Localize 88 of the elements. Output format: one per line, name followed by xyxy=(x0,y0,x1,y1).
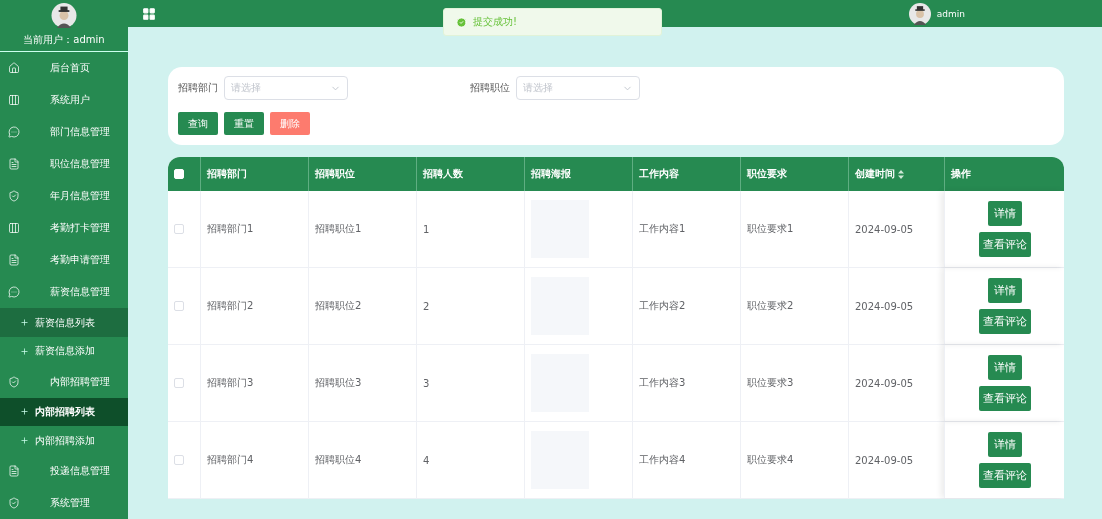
user-name[interactable]: admin xyxy=(936,8,965,19)
menu-item[interactable]: 考勤申请管理 xyxy=(0,244,128,277)
submenu-item[interactable]: 内部招聘添加 xyxy=(0,426,128,455)
view-comments-button[interactable]: 查看评论 xyxy=(978,386,1031,411)
column-header: 工作内容 xyxy=(639,167,679,181)
table-cell: 招聘职位1 xyxy=(315,222,362,236)
menu-item[interactable]: 内部招聘管理 xyxy=(0,365,128,398)
submenu-item[interactable]: 薪资信息添加 xyxy=(0,337,128,366)
shield-check-icon xyxy=(8,496,20,509)
table-cell: 职位要求1 xyxy=(747,222,794,236)
delete-button[interactable]: 删除 xyxy=(270,112,310,135)
submenu-item[interactable]: 内部招聘列表 xyxy=(0,397,128,427)
submenu-item[interactable]: 薪资信息列表 xyxy=(0,308,128,337)
table-cell: 2024-09-05 xyxy=(855,377,914,389)
plus-icon xyxy=(20,346,29,356)
document-icon xyxy=(8,158,20,171)
view-comments-button[interactable]: 查看评论 xyxy=(978,309,1031,334)
column-header: 创建时间 xyxy=(855,167,895,181)
check-circle-icon xyxy=(456,16,467,28)
shield-check-icon xyxy=(8,375,20,388)
menu-item[interactable]: 薪资信息管理 xyxy=(0,276,128,309)
plus-icon xyxy=(20,436,29,446)
table-cell: 招聘职位4 xyxy=(315,453,362,467)
shield-check-icon xyxy=(8,190,20,203)
menu-item[interactable]: 系统管理 xyxy=(0,486,128,519)
table-cell: 2024-09-05 xyxy=(855,454,914,466)
view-comments-button[interactable]: 查看评论 xyxy=(978,232,1031,257)
table-cell: 2 xyxy=(423,300,430,312)
plus-icon xyxy=(20,407,29,417)
table-cell: 招聘部门4 xyxy=(207,453,254,467)
table-cell: 4 xyxy=(423,454,430,466)
menu-item[interactable]: 后台首页 xyxy=(0,52,128,85)
chat-icon xyxy=(8,126,20,139)
details-button[interactable]: 详情 xyxy=(987,355,1022,380)
document-icon xyxy=(8,464,20,477)
details-button[interactable]: 详情 xyxy=(987,432,1022,457)
table-cell: 招聘部门1 xyxy=(207,222,254,236)
table-cell: 2024-09-05 xyxy=(855,300,914,312)
row-checkbox[interactable] xyxy=(174,455,184,465)
action-button[interactable]: 重置 xyxy=(224,112,264,135)
table-cell: 工作内容4 xyxy=(639,453,686,467)
row-checkbox[interactable] xyxy=(174,378,184,388)
plus-icon xyxy=(20,318,29,328)
columns-icon xyxy=(8,222,20,235)
menu-item[interactable]: 部门信息管理 xyxy=(0,116,128,149)
table-cell: 招聘部门2 xyxy=(207,299,254,313)
details-button[interactable]: 详情 xyxy=(987,201,1022,226)
table-cell: 职位要求3 xyxy=(747,376,794,390)
menu-item[interactable]: 职位信息管理 xyxy=(0,148,128,181)
column-header: 职位要求 xyxy=(747,167,787,181)
table-cell: 工作内容2 xyxy=(639,299,686,313)
menu-icon[interactable] xyxy=(142,6,156,21)
menu-item[interactable]: 系统用户 xyxy=(0,84,128,117)
table-cell: 工作内容1 xyxy=(639,222,686,236)
menu-item[interactable]: 年月信息管理 xyxy=(0,180,128,213)
table-cell: 职位要求4 xyxy=(747,453,794,467)
action-button[interactable]: 查询 xyxy=(178,112,218,135)
column-header: 招聘海报 xyxy=(531,167,571,181)
filter-label: 招聘职位 xyxy=(470,81,510,95)
table-cell: 招聘职位3 xyxy=(315,376,362,390)
table-cell: 工作内容3 xyxy=(639,376,686,390)
sort-icon[interactable] xyxy=(898,169,904,179)
chat-icon xyxy=(8,286,20,299)
columns-icon xyxy=(8,94,20,107)
table-cell: 2024-09-05 xyxy=(855,223,914,235)
table-cell: 招聘部门3 xyxy=(207,376,254,390)
document-icon xyxy=(8,254,20,267)
view-comments-button[interactable]: 查看评论 xyxy=(978,463,1031,488)
column-header: 招聘人数 xyxy=(423,167,463,181)
details-button[interactable]: 详情 xyxy=(987,278,1022,303)
column-header: 操作 xyxy=(951,167,971,181)
column-header: 招聘职位 xyxy=(315,167,355,181)
home-icon xyxy=(8,62,20,74)
avatar-icon xyxy=(50,3,78,28)
column-header: 招聘部门 xyxy=(207,167,247,181)
table-cell: 招聘职位2 xyxy=(315,299,362,313)
table-cell: 3 xyxy=(423,377,430,389)
avatar-icon xyxy=(908,2,931,25)
toast-message: 提交成功! xyxy=(473,15,517,29)
menu-item[interactable]: 投递信息管理 xyxy=(0,454,128,487)
row-checkbox[interactable] xyxy=(174,224,184,234)
select-all-checkbox[interactable] xyxy=(174,169,184,179)
table-cell: 职位要求2 xyxy=(747,299,794,313)
menu-item[interactable]: 考勤打卡管理 xyxy=(0,212,128,245)
table-cell: 1 xyxy=(423,223,430,235)
filter-label: 招聘部门 xyxy=(178,81,218,95)
current-user-label: 当前用户：admin xyxy=(23,33,105,47)
row-checkbox[interactable] xyxy=(174,301,184,311)
